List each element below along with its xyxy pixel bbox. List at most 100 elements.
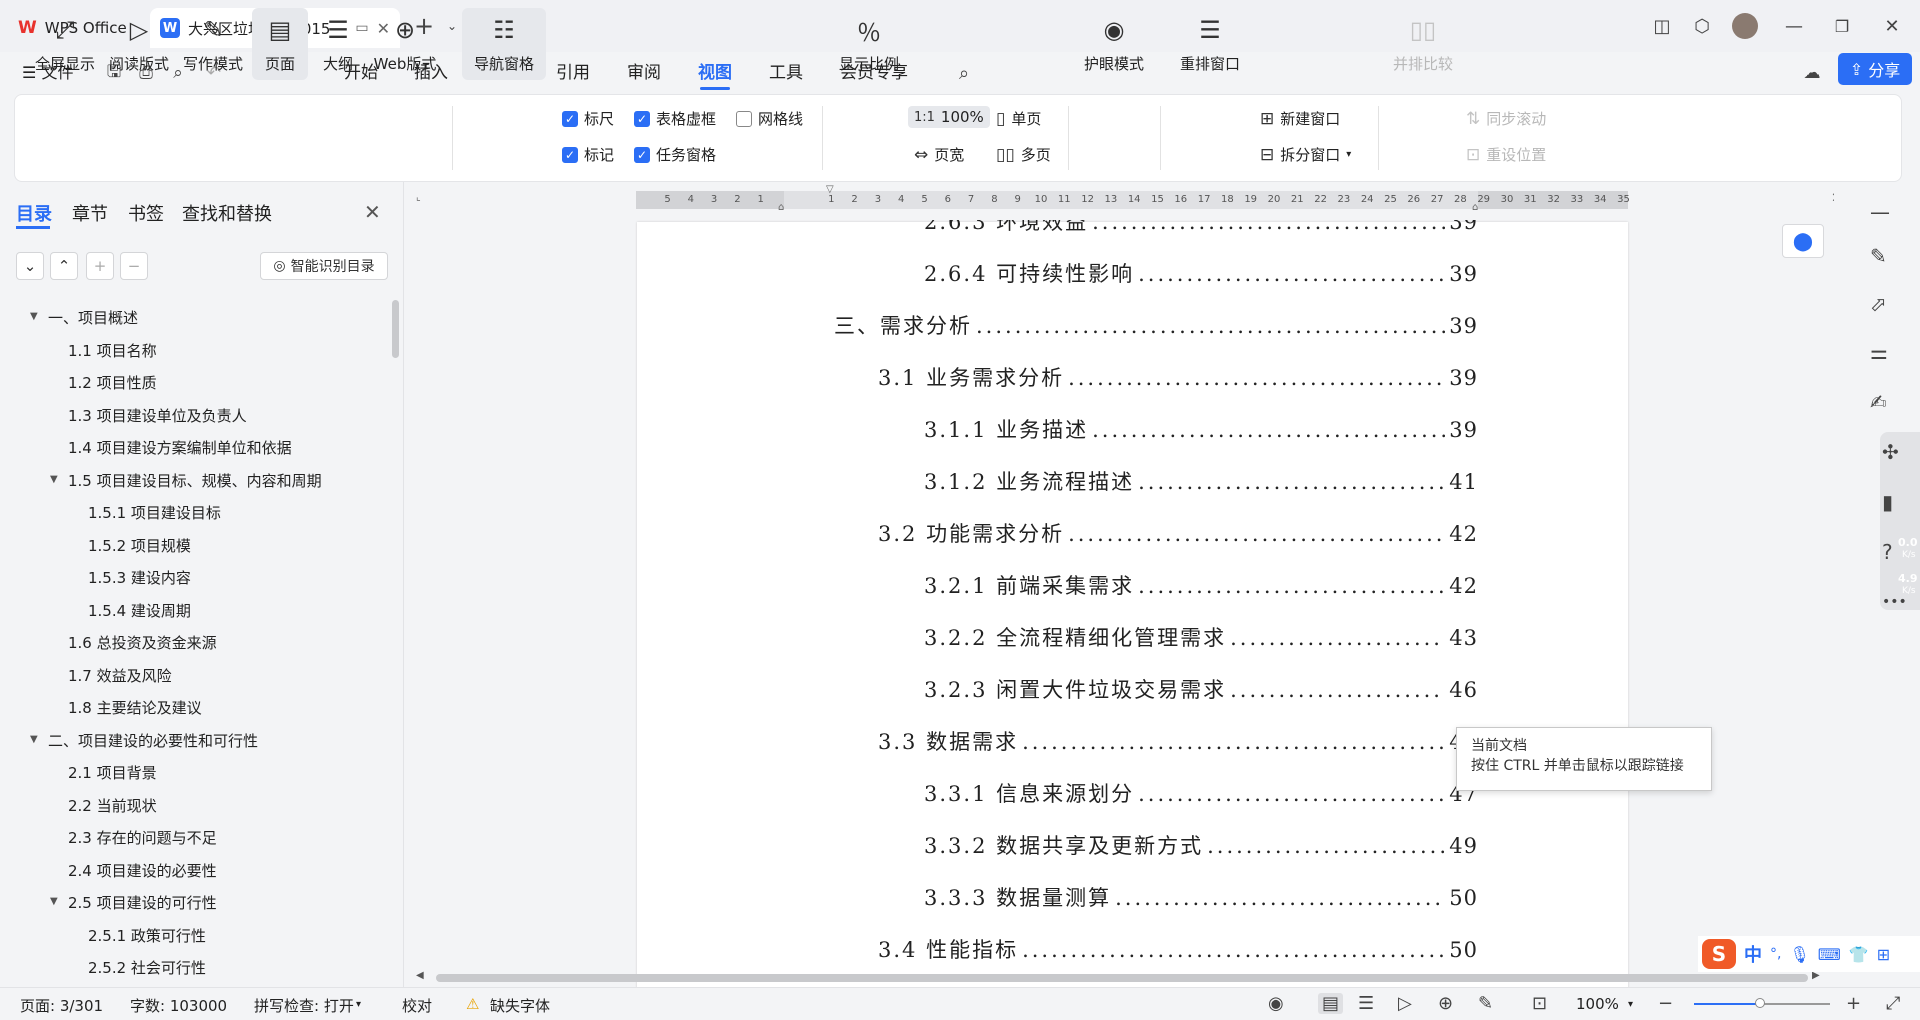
cloud-icon[interactable]: ☁ bbox=[1800, 61, 1824, 85]
smart-toc-button[interactable]: ◎ 智能识别目录 bbox=[260, 252, 388, 280]
toc-item[interactable]: 1.8 主要结论及建议 bbox=[68, 697, 202, 718]
web-status-icon[interactable]: ⊕ bbox=[1438, 993, 1453, 1014]
toc-item[interactable]: 1.7 效益及风险 bbox=[68, 665, 172, 686]
toc-line-link[interactable]: 2.6.4 可持续性影响............................… bbox=[924, 258, 1478, 288]
toc-item[interactable]: 1.3 项目建设单位及负责人 bbox=[68, 405, 247, 426]
fit-page-icon[interactable]: ⊡ bbox=[1532, 993, 1547, 1014]
skin-shirt-icon[interactable]: 👕 bbox=[1849, 945, 1869, 964]
zoom-slider-handle[interactable] bbox=[1755, 998, 1765, 1008]
minimize-icon[interactable]: — bbox=[1782, 14, 1806, 38]
toc-line-link[interactable]: 3.3 数据需求................................… bbox=[878, 726, 1478, 756]
toc-line-link[interactable]: 3.3.2 数据共享及更新方式.........................… bbox=[924, 830, 1478, 860]
toc-expand-icon[interactable]: ▼ bbox=[50, 896, 58, 907]
toc-item[interactable]: 2.5.1 政策可行性 bbox=[88, 925, 206, 946]
outline-view-button[interactable]: ☰ 大纲 bbox=[312, 8, 364, 80]
new-window-button[interactable]: ⊞ 新建窗口 bbox=[1260, 108, 1340, 129]
toc-item[interactable]: 2.1 项目背景 bbox=[68, 762, 157, 783]
toc-item[interactable]: 2.3 存在的问题与不足 bbox=[68, 827, 217, 848]
reading-layout-button[interactable]: ▷ 阅读版式 bbox=[104, 8, 174, 80]
microphone-icon[interactable]: 🎙 bbox=[1789, 945, 1809, 964]
menu-references[interactable]: 引用 bbox=[556, 52, 590, 94]
ruler-checkbox[interactable]: ✓ 标尺 bbox=[562, 108, 614, 129]
toc-expand-icon[interactable]: ▼ bbox=[30, 734, 38, 745]
split-window-button[interactable]: ⊟ 拆分窗口 ▾ bbox=[1260, 144, 1351, 165]
page-indicator[interactable]: 页面: 3/301 bbox=[20, 995, 103, 1016]
add-heading-button[interactable]: + bbox=[86, 252, 114, 280]
expand-down-button[interactable]: ⌄ bbox=[16, 252, 44, 280]
toc-item[interactable]: 1.1 项目名称 bbox=[68, 340, 157, 361]
table-grid-checkbox[interactable]: ✓ 表格虚框 bbox=[634, 108, 716, 129]
toc-expand-icon[interactable]: ▼ bbox=[50, 474, 58, 485]
first-line-indent-icon[interactable]: ▽ bbox=[826, 184, 834, 195]
writing-mode-button[interactable]: ✎ 写作模式 bbox=[178, 8, 248, 80]
toc-line-link[interactable]: 3.1 业务需求分析..............................… bbox=[878, 362, 1478, 392]
toc-line-link[interactable]: 3.2.2 全流程精细化管理需求........................… bbox=[924, 622, 1478, 652]
task-pane-checkbox[interactable]: ✓ 任务窗格 bbox=[634, 144, 716, 165]
menu-tools[interactable]: 工具 bbox=[769, 52, 803, 94]
page-view-status-icon[interactable]: ▤ bbox=[1318, 993, 1344, 1014]
fullscreen-status-icon[interactable]: ⤢ bbox=[1886, 993, 1900, 1014]
toc-line-link[interactable]: 3.1.2 业务流程描述............................… bbox=[924, 466, 1478, 496]
scroll-left-arrow-icon[interactable]: ◀ bbox=[416, 970, 424, 981]
collapse-rail-icon[interactable]: — bbox=[1870, 200, 1890, 224]
zoom-level[interactable]: 100% bbox=[1576, 995, 1619, 1013]
menu-review[interactable]: 审阅 bbox=[627, 52, 661, 94]
right-indent-marker-icon[interactable]: ⌂ bbox=[1472, 202, 1478, 213]
proofread-button[interactable]: 校对 bbox=[402, 995, 432, 1016]
horizontal-scrollbar-thumb[interactable] bbox=[436, 974, 1808, 982]
toc-line-link[interactable]: 3.3.3 数据量测算.............................… bbox=[924, 882, 1478, 912]
toc-item[interactable]: 2.5 项目建设的可行性 bbox=[68, 892, 217, 913]
sogou-logo-icon[interactable]: S bbox=[1702, 939, 1736, 969]
menu-view[interactable]: 视图 bbox=[698, 52, 732, 94]
page-width-button[interactable]: ⇔ 页宽 bbox=[914, 144, 964, 165]
toc-item[interactable]: 1.5.4 建设周期 bbox=[88, 600, 191, 621]
rearrange-window-button[interactable]: ☰ 重排窗口 bbox=[1170, 8, 1250, 80]
search-icon[interactable]: ⌕ bbox=[952, 61, 976, 85]
tab-list-chevron-icon[interactable]: ⌄ bbox=[440, 14, 464, 38]
word-count[interactable]: 字数: 103000 bbox=[130, 995, 227, 1016]
toc-item[interactable]: 1.5.3 建设内容 bbox=[88, 567, 191, 588]
zoom-100-button[interactable]: 1:1 100% bbox=[908, 106, 990, 128]
multi-page-button[interactable]: ▯▯ 多页 bbox=[996, 144, 1051, 165]
edit-icon[interactable]: ✎ bbox=[1870, 244, 1887, 268]
ime-grid-icon[interactable]: ⊞ bbox=[1877, 945, 1890, 964]
ime-lang[interactable]: 中 bbox=[1744, 941, 1762, 967]
cube-icon[interactable]: ⬡ bbox=[1690, 14, 1714, 38]
tab-bookmarks[interactable]: 书签 bbox=[128, 200, 164, 226]
select-cursor-icon[interactable]: ⬀ bbox=[1870, 292, 1887, 316]
spell-chevron-icon[interactable]: ▾ bbox=[356, 999, 361, 1010]
toc-item[interactable]: 2.4 项目建设的必要性 bbox=[68, 860, 217, 881]
marks-checkbox[interactable]: ✓ 标记 bbox=[562, 144, 614, 165]
missing-font-button[interactable]: 缺失字体 bbox=[490, 995, 550, 1016]
toc-expand-icon[interactable]: ▼ bbox=[30, 311, 38, 322]
side-by-side-button[interactable]: ▯▯ 并排比较 bbox=[1388, 8, 1458, 80]
restore-icon[interactable]: ❐ bbox=[1830, 14, 1854, 38]
play-icon[interactable]: ▷ bbox=[1398, 993, 1412, 1014]
eye-care-button[interactable]: ◉ 护眼模式 bbox=[1078, 8, 1150, 80]
toc-item[interactable]: 1.5.2 项目规模 bbox=[88, 535, 191, 556]
toc-item[interactable]: 2.5.2 社会可行性 bbox=[88, 957, 206, 978]
single-page-button[interactable]: ▯ 单页 bbox=[996, 108, 1041, 129]
toc-scrollbar[interactable] bbox=[392, 300, 399, 358]
sync-scroll-button[interactable]: ⇅ 同步滚动 bbox=[1466, 108, 1546, 129]
tab-stop-icon[interactable]: ⌞ bbox=[416, 192, 421, 203]
toc-item[interactable]: 1.5 项目建设目标、规模、内容和周期 bbox=[68, 470, 322, 491]
close-pane-icon[interactable]: ✕ bbox=[364, 200, 381, 224]
ime-punct[interactable]: °, bbox=[1770, 946, 1781, 962]
location-pin-icon[interactable]: ⬤ bbox=[1782, 224, 1824, 258]
zoom-chevron-icon[interactable]: ▾ bbox=[1628, 999, 1633, 1010]
toc-line-link[interactable]: 3.1.1 业务描述..............................… bbox=[924, 414, 1478, 444]
zoom-slider-track[interactable] bbox=[1760, 1003, 1830, 1005]
nav-pane-button[interactable]: ☷ 导航窗格 bbox=[462, 8, 546, 80]
toc-item[interactable]: 二、项目建设的必要性和可行性 bbox=[48, 730, 258, 751]
tab-toc[interactable]: 目录 bbox=[16, 200, 52, 226]
eye-care-status-icon[interactable]: ◉ bbox=[1268, 993, 1284, 1014]
remove-heading-button[interactable]: − bbox=[120, 252, 148, 280]
share-button[interactable]: ⇪ 分享 bbox=[1838, 53, 1912, 85]
toc-line-link[interactable]: 3.3.1 信息来源划分............................… bbox=[924, 778, 1478, 808]
outline-status-icon[interactable]: ☰ bbox=[1358, 993, 1374, 1014]
toc-line-link[interactable]: 3.2.3 闲置大件垃圾交易需求........................… bbox=[924, 674, 1478, 704]
toc-item[interactable]: 1.6 总投资及资金来源 bbox=[68, 632, 217, 653]
toc-item[interactable]: 2.2 当前现状 bbox=[68, 795, 157, 816]
toc-line-link[interactable]: 3.4 性能指标................................… bbox=[878, 934, 1478, 964]
